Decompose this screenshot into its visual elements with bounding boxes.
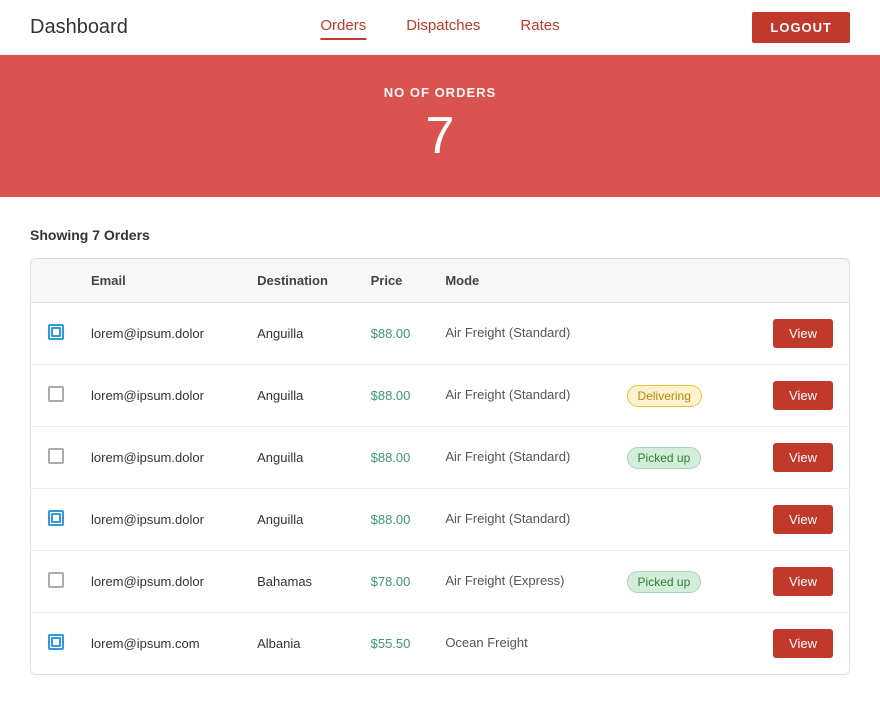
banner-count: 7: [0, 110, 880, 162]
row-price: $88.00: [361, 365, 436, 427]
row-checkbox[interactable]: [48, 386, 64, 402]
row-destination: Anguilla: [247, 489, 360, 551]
col-status: [617, 259, 742, 303]
col-mode: Mode: [435, 259, 616, 303]
row-mode: Air Freight (Express): [435, 551, 616, 613]
checkbox-cell: [31, 551, 81, 613]
row-email: lorem@ipsum.dolor: [81, 489, 247, 551]
col-checkbox: [31, 259, 81, 303]
table-header: Email Destination Price Mode: [31, 259, 849, 303]
row-checkbox[interactable]: [48, 572, 64, 588]
orders-table: Email Destination Price Mode lorem@ipsum…: [31, 259, 849, 674]
view-button[interactable]: View: [773, 381, 833, 410]
table-row: lorem@ipsum.comAlbania$55.50Ocean Freigh…: [31, 613, 849, 675]
row-price: $88.00: [361, 489, 436, 551]
col-email: Email: [81, 259, 247, 303]
page-title: Dashboard: [30, 16, 128, 39]
table-row: lorem@ipsum.dolorAnguilla$88.00Air Freig…: [31, 489, 849, 551]
row-destination: Anguilla: [247, 427, 360, 489]
view-button[interactable]: View: [773, 505, 833, 534]
row-checkbox[interactable]: [48, 634, 64, 650]
row-email: lorem@ipsum.com: [81, 613, 247, 675]
view-button[interactable]: View: [773, 629, 833, 658]
row-mode: Ocean Freight: [435, 613, 616, 675]
checkbox-cell: [31, 303, 81, 365]
status-badge: Picked up: [627, 571, 702, 593]
row-email: lorem@ipsum.dolor: [81, 365, 247, 427]
row-checkbox[interactable]: [48, 324, 64, 340]
nav-tab-rates[interactable]: Rates: [520, 17, 559, 38]
row-destination: Anguilla: [247, 303, 360, 365]
logout-button[interactable]: LOGOUT: [752, 12, 850, 43]
nav-tabs: Orders Dispatches Rates: [320, 17, 559, 38]
row-price: $55.50: [361, 613, 436, 675]
checkbox-cell: [31, 427, 81, 489]
table-row: lorem@ipsum.dolorAnguilla$88.00Air Freig…: [31, 427, 849, 489]
row-mode: Air Freight (Standard): [435, 303, 616, 365]
view-button[interactable]: View: [773, 319, 833, 348]
row-status: [617, 303, 742, 365]
table-row: lorem@ipsum.dolorBahamas$78.00Air Freigh…: [31, 551, 849, 613]
row-action: View: [742, 613, 849, 675]
col-destination: Destination: [247, 259, 360, 303]
row-action: View: [742, 365, 849, 427]
row-status: Picked up: [617, 427, 742, 489]
status-badge: Picked up: [627, 447, 702, 469]
content-area: Showing 7 Orders Email Destination Price…: [0, 217, 880, 705]
row-destination: Anguilla: [247, 365, 360, 427]
showing-label: Showing 7 Orders: [30, 227, 850, 243]
row-mode: Air Freight (Standard): [435, 365, 616, 427]
row-status: Delivering: [617, 365, 742, 427]
row-checkbox[interactable]: [48, 448, 64, 464]
row-action: View: [742, 489, 849, 551]
row-destination: Albania: [247, 613, 360, 675]
row-destination: Bahamas: [247, 551, 360, 613]
row-status: Picked up: [617, 551, 742, 613]
row-email: lorem@ipsum.dolor: [81, 427, 247, 489]
row-mode: Air Freight (Standard): [435, 427, 616, 489]
row-action: View: [742, 303, 849, 365]
view-button[interactable]: View: [773, 443, 833, 472]
row-status: [617, 613, 742, 675]
status-badge: Delivering: [627, 385, 702, 407]
row-price: $88.00: [361, 427, 436, 489]
row-email: lorem@ipsum.dolor: [81, 303, 247, 365]
checkbox-cell: [31, 613, 81, 675]
row-price: $78.00: [361, 551, 436, 613]
col-action: [742, 259, 849, 303]
row-price: $88.00: [361, 303, 436, 365]
nav-tab-dispatches[interactable]: Dispatches: [406, 17, 480, 38]
row-mode: Air Freight (Standard): [435, 489, 616, 551]
nav-tab-orders[interactable]: Orders: [320, 17, 366, 38]
header: Dashboard Orders Dispatches Rates LOGOUT: [0, 0, 880, 55]
banner-label: NO OF ORDERS: [0, 85, 880, 100]
table-body: lorem@ipsum.dolorAnguilla$88.00Air Freig…: [31, 303, 849, 675]
table-row: lorem@ipsum.dolorAnguilla$88.00Air Freig…: [31, 303, 849, 365]
row-action: View: [742, 551, 849, 613]
orders-banner: NO OF ORDERS 7: [0, 55, 880, 197]
orders-table-container: Email Destination Price Mode lorem@ipsum…: [30, 258, 850, 675]
table-row: lorem@ipsum.dolorAnguilla$88.00Air Freig…: [31, 365, 849, 427]
col-price: Price: [361, 259, 436, 303]
row-email: lorem@ipsum.dolor: [81, 551, 247, 613]
view-button[interactable]: View: [773, 567, 833, 596]
row-checkbox[interactable]: [48, 510, 64, 526]
checkbox-cell: [31, 489, 81, 551]
row-action: View: [742, 427, 849, 489]
row-status: [617, 489, 742, 551]
checkbox-cell: [31, 365, 81, 427]
